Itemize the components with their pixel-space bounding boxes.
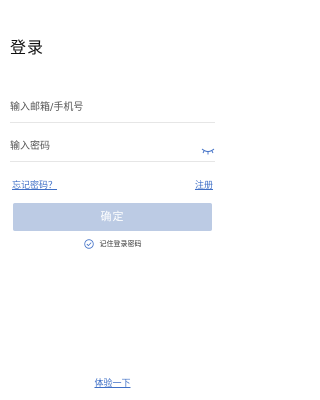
auth-links-row: 忘记密码？ 注册 xyxy=(10,178,213,192)
account-input[interactable] xyxy=(10,93,195,122)
password-input[interactable] xyxy=(10,132,195,161)
confirm-button[interactable]: 确定 xyxy=(13,203,212,231)
login-screen: 登录 忘记密码？ 注册 确定 记住登录密码 体验一下 xyxy=(0,0,225,400)
password-field xyxy=(10,132,215,162)
forgot-password-link[interactable]: 忘记密码？ xyxy=(12,178,57,191)
check-circle-icon[interactable] xyxy=(83,239,94,249)
page-title: 登录 xyxy=(10,38,45,57)
register-link[interactable]: 注册 xyxy=(195,178,213,191)
account-field xyxy=(10,93,215,123)
remember-password-row: 记住登录密码 xyxy=(0,238,225,250)
try-it-link[interactable]: 体验一下 xyxy=(94,379,130,389)
trial-link-row: 体验一下 xyxy=(0,376,225,389)
remember-password-label: 记住登录密码 xyxy=(99,240,142,248)
eye-closed-icon[interactable] xyxy=(201,141,215,155)
